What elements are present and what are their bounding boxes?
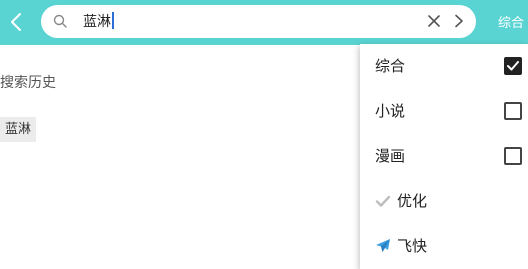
checkbox-unchecked[interactable]: [504, 102, 522, 120]
search-icon: [53, 14, 67, 28]
history-chip[interactable]: 蓝淋: [0, 117, 37, 142]
text-caret: [112, 12, 114, 29]
menu-item-feikuai[interactable]: 飞快: [360, 224, 528, 269]
back-button[interactable]: [4, 9, 28, 35]
chevron-left-icon: [11, 13, 21, 31]
checkbox-checked[interactable]: [504, 57, 522, 75]
menu-item-xiaoshuo[interactable]: 小说: [360, 89, 528, 134]
check-icon: [507, 61, 519, 71]
menu-item-manhua[interactable]: 漫画: [360, 134, 528, 179]
search-input[interactable]: 蓝淋: [41, 5, 476, 38]
menu-item-zonghe[interactable]: 综合: [360, 44, 528, 89]
menu-item-label: 综合: [375, 57, 406, 75]
menu-item-label: 漫画: [375, 147, 406, 165]
search-query[interactable]: 蓝淋: [83, 12, 114, 31]
menu-item-label: 优化: [397, 192, 428, 210]
top-bar: 蓝淋 综合: [0, 0, 528, 45]
airplane-icon: [376, 239, 390, 252]
close-icon[interactable]: [427, 14, 441, 28]
search-type-button[interactable]: 综合: [498, 12, 524, 31]
checkbox-unchecked[interactable]: [504, 147, 522, 165]
menu-item-label: 小说: [375, 102, 406, 120]
check-icon: [375, 195, 391, 207]
menu-item-label: 飞快: [397, 237, 428, 255]
search-history-title: 搜索历史: [0, 75, 56, 91]
search-type-menu: 综合 小说 漫画 优化 飞快: [360, 44, 528, 269]
menu-item-youhua[interactable]: 优化: [360, 179, 528, 224]
chevron-right-icon[interactable]: [452, 14, 466, 28]
